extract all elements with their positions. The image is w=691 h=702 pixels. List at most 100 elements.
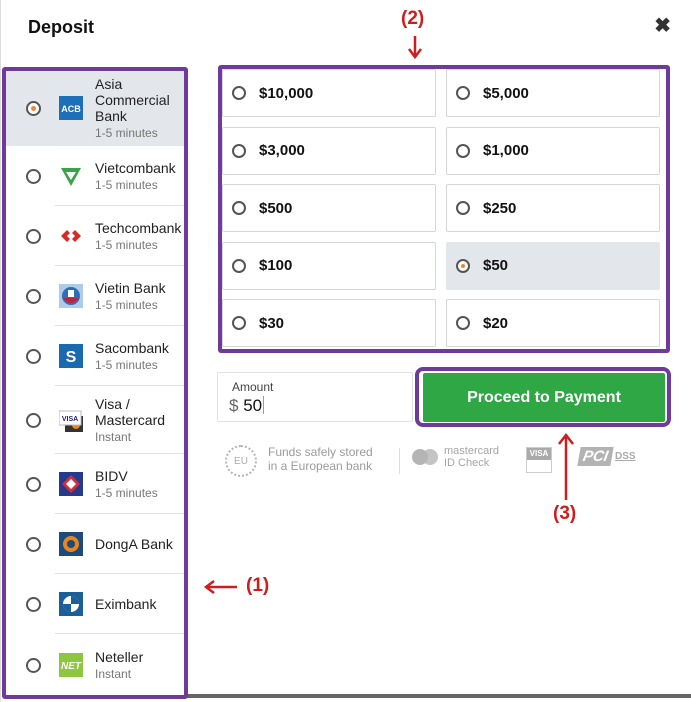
payment-method-text: Asia Commercial Bank 1-5 minutes: [95, 76, 181, 140]
payment-method-item[interactable]: Vietcombank 1-5 minutes: [5, 146, 185, 206]
bidv-logo: [59, 472, 83, 496]
donga-bank-logo: [59, 532, 83, 556]
amount-option-label: $10,000: [259, 84, 314, 102]
payment-method-item[interactable]: DongA Bank: [5, 514, 185, 574]
svg-text:VISA: VISA: [62, 416, 78, 423]
dss-label: DSS: [615, 451, 636, 462]
amount-option[interactable]: $3,000: [222, 126, 436, 175]
svg-text:S: S: [66, 349, 77, 366]
radio-unselected[interactable]: [26, 476, 41, 492]
radio-unselected[interactable]: [456, 201, 470, 215]
sacombank-logo: S: [59, 344, 83, 368]
amount-value[interactable]: $ 50: [229, 396, 265, 416]
amount-options: $10,000 $5,000 $3,000 $1,000 $500 $250 $100 $50…: [222, 69, 668, 351]
modal-bottom-edge: [187, 694, 691, 698]
payment-method-item[interactable]: BIDV 1-5 minutes: [5, 454, 185, 514]
payment-method-item[interactable]: NET Neteller Instant: [5, 634, 185, 696]
processing-time: 1-5 minutes: [95, 238, 158, 252]
payment-method-item[interactable]: S Sacombank 1-5 minutes: [5, 326, 185, 386]
vietcombank-logo: [59, 164, 83, 188]
proceed-to-payment-button[interactable]: Proceed to Payment: [423, 373, 665, 422]
currency-symbol: $: [229, 396, 239, 415]
radio-unselected[interactable]: [456, 86, 470, 100]
pci-label: PCI: [577, 447, 614, 466]
eu-badge-text: EU: [234, 455, 248, 467]
radio-unselected[interactable]: [26, 657, 41, 673]
funds-safety-note: Funds safely stored in a European bank: [268, 445, 373, 473]
payment-method-text: Visa / Mastercard Instant: [95, 396, 181, 444]
amount-option-label: $20: [483, 314, 509, 332]
payment-method-text: BIDV 1-5 minutes: [95, 468, 181, 500]
processing-time: 1-5 minutes: [95, 358, 158, 372]
radio-unselected[interactable]: [26, 596, 41, 612]
payment-method-item[interactable]: Techcombank 1-5 minutes: [5, 206, 185, 266]
radio-selected[interactable]: [456, 258, 470, 273]
processing-time: 1-5 minutes: [95, 486, 158, 500]
funds-line-2: in a European bank: [268, 459, 373, 473]
annotation-1: (1): [246, 575, 270, 596]
payment-method-name: Vietin Bank: [95, 280, 166, 296]
amount-input-value: 50: [243, 396, 263, 415]
payment-method-text: Techcombank 1-5 minutes: [95, 220, 181, 252]
amount-option[interactable]: $500: [222, 184, 436, 232]
vietinbank-logo: [59, 284, 83, 308]
radio-unselected[interactable]: [26, 228, 41, 244]
radio-unselected[interactable]: [232, 316, 246, 330]
payment-method-item[interactable]: Eximbank: [5, 574, 185, 634]
payment-method-item[interactable]: Vietin Bank 1-5 minutes: [5, 266, 185, 326]
amount-option-label: $5,000: [483, 84, 529, 102]
visa-secure-badge: VISA: [526, 447, 552, 473]
payment-method-list: ACB Asia Commercial Bank 1-5 minutes Vietco…: [5, 70, 185, 696]
amount-option[interactable]: $5,000: [446, 69, 660, 117]
eu-stars-icon: EU: [225, 445, 257, 477]
mastercard-line-2: ID Check: [444, 457, 490, 469]
amount-option-label: $3,000: [259, 142, 305, 159]
mastercard-icon: [412, 449, 438, 465]
payment-method-name: Eximbank: [95, 596, 157, 612]
amount-option[interactable]: $100: [222, 241, 436, 290]
processing-time: Instant: [95, 430, 132, 444]
arrow-up-icon: [558, 432, 574, 500]
radio-unselected[interactable]: [232, 86, 246, 100]
amount-option[interactable]: $10,000: [222, 69, 436, 117]
amount-option[interactable]: $250: [446, 184, 660, 232]
radio-unselected[interactable]: [456, 316, 470, 330]
techcombank-logo: [59, 224, 83, 248]
radio-unselected[interactable]: [26, 412, 41, 428]
radio-selected[interactable]: [26, 100, 41, 116]
divider: [399, 448, 400, 474]
amount-option[interactable]: $20: [446, 299, 660, 347]
close-icon[interactable]: ✖: [654, 14, 671, 38]
radio-unselected[interactable]: [26, 536, 41, 552]
payment-method-item[interactable]: VISA Visa / Mastercard Instant: [5, 386, 185, 454]
deposit-modal: Deposit ✖ ACB Asia Commercial Bank 1-5 min…: [0, 0, 691, 702]
visa-label: VISA: [527, 448, 551, 460]
payment-method-name: BIDV: [95, 468, 128, 484]
radio-unselected[interactable]: [232, 201, 246, 215]
radio-unselected[interactable]: [26, 348, 41, 364]
amount-option[interactable]: $50: [446, 241, 660, 290]
amount-option[interactable]: $1,000: [446, 126, 660, 175]
payment-method-text: Neteller Instant: [95, 649, 181, 681]
annotation-3: (3): [553, 503, 577, 524]
radio-unselected[interactable]: [26, 168, 41, 184]
amount-option[interactable]: $30: [222, 299, 436, 347]
radio-unselected[interactable]: [26, 288, 41, 304]
amount-option-label: $100: [259, 257, 293, 274]
modal-title: Deposit: [28, 17, 95, 37]
payment-method-name: Techcombank: [95, 220, 182, 236]
svg-text:ACB: ACB: [61, 104, 81, 114]
radio-unselected[interactable]: [232, 258, 246, 273]
acb-logo: ACB: [59, 96, 83, 120]
payment-method-name: DongA Bank: [95, 536, 173, 552]
payment-method-text: Eximbank: [95, 596, 181, 612]
processing-time: Instant: [95, 667, 132, 681]
annotation-2: (2): [401, 8, 425, 29]
payment-method-name: Vietcombank: [95, 160, 176, 176]
amount-field[interactable]: Amount $ 50: [217, 372, 413, 422]
payment-method-item[interactable]: ACB Asia Commercial Bank 1-5 minutes: [5, 70, 185, 146]
amount-option-label: $1,000: [483, 142, 529, 159]
eximbank-logo: [59, 592, 83, 616]
radio-unselected[interactable]: [232, 143, 246, 158]
radio-unselected[interactable]: [456, 143, 470, 158]
